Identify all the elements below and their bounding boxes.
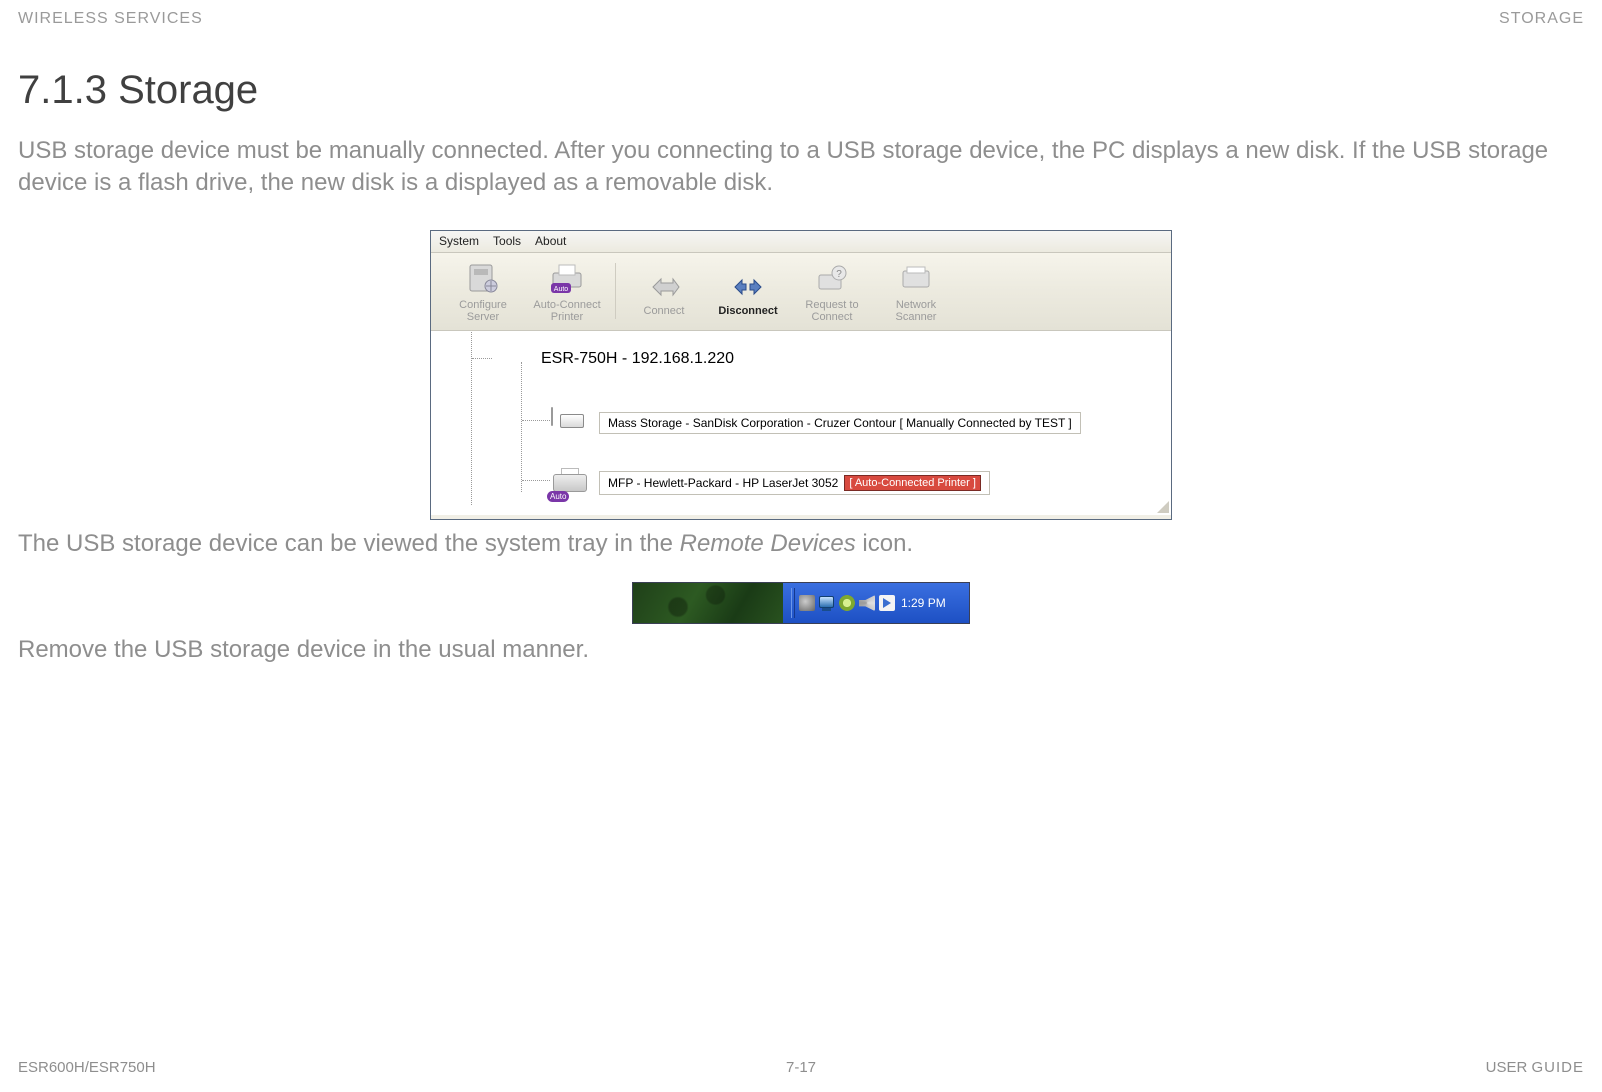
desktop-bg [633, 583, 783, 623]
auto-connected-printer-badge: [ Auto-Connected Printer ] [844, 475, 981, 491]
tree-mfp-node[interactable]: Auto MFP - Hewlett-Packard - HP LaserJet… [551, 468, 1171, 498]
toolbar: Configure Server Auto Auto-Connect Print… [431, 253, 1171, 331]
request-icon: ? [813, 259, 851, 297]
disconnect-label: Disconnect [718, 305, 777, 318]
app-window: System Tools About Configure Server Auto… [430, 230, 1172, 520]
network-scanner-button[interactable]: Network Scanner [874, 255, 958, 327]
taskbar: 1:29 PM [783, 583, 969, 623]
server-icon [464, 259, 502, 297]
footer-left: ESR600H/ESR750H [18, 1059, 156, 1076]
section-title: 7.1.3 Storage [18, 68, 1584, 113]
intro-paragraph: USB storage device must be manually conn… [18, 135, 1584, 200]
router-icon [493, 344, 533, 374]
printer-icon: Auto [551, 468, 591, 498]
footer-page-number: 7-17 [786, 1059, 816, 1076]
tree-mass-storage-node[interactable]: Mass Storage - SanDisk Corporation - Cru… [551, 408, 1171, 438]
tray-separator [791, 588, 795, 618]
tree-mass-storage-label: Mass Storage - SanDisk Corporation - Cru… [599, 412, 1081, 434]
volume-tray-icon[interactable] [859, 595, 875, 611]
connect-icon [645, 265, 683, 303]
auto-connect-printer-label: Auto-Connect Printer [533, 299, 600, 324]
request-to-connect-label: Request to Connect [805, 299, 858, 324]
scanner-icon [897, 259, 935, 297]
network-tray-icon[interactable] [819, 595, 835, 611]
request-to-connect-button[interactable]: ? Request to Connect [790, 255, 874, 327]
device-tree: ESR-750H - 192.168.1.220 Mass Storage - … [431, 331, 1171, 515]
resize-grip[interactable] [1155, 499, 1169, 513]
remote-devices-tray-icon[interactable] [799, 595, 815, 611]
configure-server-button[interactable]: Configure Server [441, 255, 525, 327]
header-right: STORAGE [1499, 10, 1584, 28]
menu-system[interactable]: System [439, 234, 479, 248]
tree-root-label: ESR-750H - 192.168.1.220 [541, 350, 734, 368]
configure-server-label: Configure Server [459, 299, 507, 324]
tray-para-pre: The USB storage device can be viewed the… [18, 530, 680, 557]
disk-icon [551, 408, 591, 438]
svg-text:?: ? [836, 269, 842, 280]
tree-root-node[interactable]: ESR-750H - 192.168.1.220 [493, 344, 1171, 374]
disconnect-icon [729, 265, 767, 303]
tray-clock[interactable]: 1:29 PM [901, 596, 946, 610]
tray-paragraph: The USB storage device can be viewed the… [18, 528, 1584, 560]
footer-guide: GUIDE [1531, 1059, 1584, 1076]
nvidia-tray-icon[interactable] [839, 595, 855, 611]
tree-mfp-label-box: MFP - Hewlett-Packard - HP LaserJet 3052… [599, 471, 990, 495]
page-header: WIRELESS SERVICES STORAGE [18, 10, 1584, 28]
header-left: WIRELESS SERVICES [18, 10, 203, 28]
page-footer: ESR600H/ESR750H 7-17 USER GUIDE [18, 1059, 1584, 1076]
connect-label: Connect [644, 305, 685, 318]
menu-tools[interactable]: Tools [493, 234, 521, 248]
menubar: System Tools About [431, 231, 1171, 253]
tray-para-italic: Remote Devices [680, 530, 856, 557]
disconnect-button[interactable]: Disconnect [706, 255, 790, 327]
system-tray-screenshot: 1:29 PM [632, 582, 970, 624]
menu-about[interactable]: About [535, 234, 566, 248]
footer-right: USER GUIDE [1486, 1059, 1584, 1076]
tree-mfp-label: MFP - Hewlett-Packard - HP LaserJet 3052 [608, 476, 838, 490]
toolbar-separator [615, 263, 616, 319]
svg-text:Auto: Auto [554, 286, 569, 293]
auto-badge: Auto [547, 491, 569, 502]
auto-connect-printer-button[interactable]: Auto Auto-Connect Printer [525, 255, 609, 327]
footer-user: USER [1486, 1059, 1528, 1076]
printer-auto-icon: Auto [548, 259, 586, 297]
media-tray-icon[interactable] [879, 595, 895, 611]
remove-paragraph: Remove the USB storage device in the usu… [18, 634, 1584, 666]
tray-para-post: icon. [856, 530, 913, 557]
connect-button[interactable]: Connect [622, 255, 706, 327]
network-scanner-label: Network Scanner [896, 299, 937, 324]
